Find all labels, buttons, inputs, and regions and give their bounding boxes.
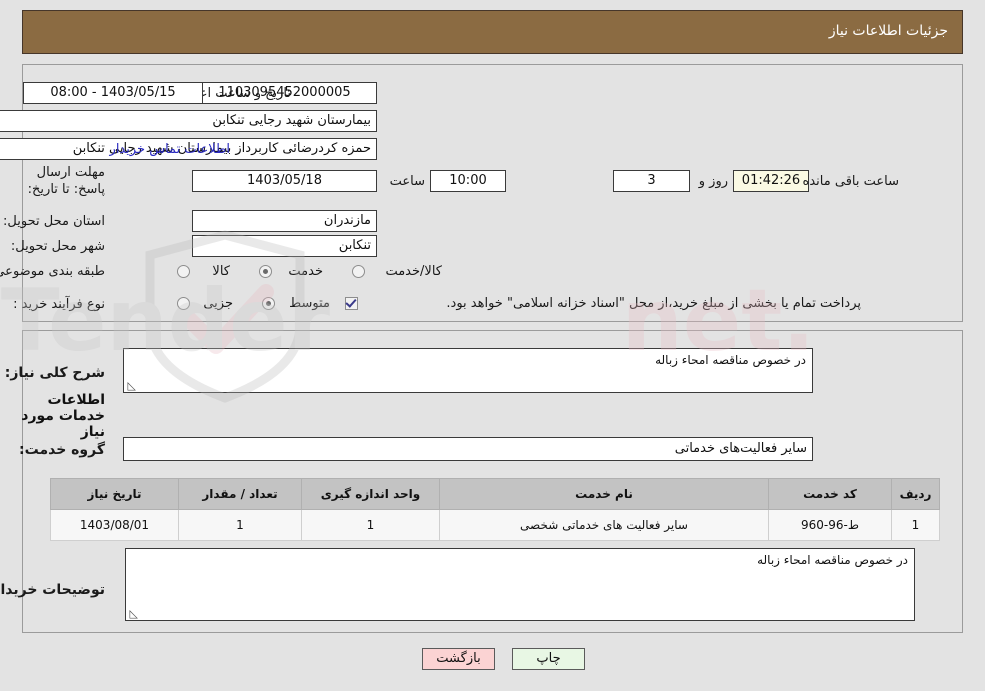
description-text: در خصوص مناقصه امحاء زباله bbox=[655, 353, 806, 367]
hours-remaining-label: ساعت باقی مانده bbox=[802, 174, 899, 189]
treasury-bond-checkbox[interactable] bbox=[345, 297, 358, 310]
days-word-label: روز و bbox=[698, 174, 728, 189]
radio-category-khedmat-label: خدمت bbox=[288, 264, 323, 279]
announce-datetime-value: 1403/05/15 - 08:00 bbox=[23, 82, 203, 104]
services-table-wrapper: ردیف کد خدمت نام خدمت واحد اندازه گیری ت… bbox=[50, 478, 940, 541]
deadline-label: مهلت ارسال پاسخ: تا تاریخ: bbox=[27, 165, 105, 197]
radio-category-kala-khedmat[interactable] bbox=[352, 265, 365, 278]
radio-category-kala-khedmat-label: کالا/خدمت bbox=[385, 264, 442, 279]
radio-purchase-jozi[interactable] bbox=[177, 297, 190, 310]
th-name: نام خدمت bbox=[439, 478, 769, 510]
services-section-heading: اطلاعات خدمات مورد نیاز bbox=[21, 392, 105, 440]
table-header-row: ردیف کد خدمت نام خدمت واحد اندازه گیری ت… bbox=[50, 478, 940, 510]
cell-code: ط-96-960 bbox=[768, 509, 892, 541]
buyer-contact-link[interactable]: اطلاعات تماس خریدار bbox=[110, 142, 230, 157]
days-remaining-value: 3 bbox=[613, 170, 690, 192]
description-label: شرح کلی نیاز: bbox=[4, 365, 105, 381]
purchase-type-label: نوع فرآیند خرید : bbox=[13, 297, 105, 312]
resize-grip-icon-2[interactable]: ◺ bbox=[128, 608, 138, 619]
page-title: جزئیات اطلاعات نیاز bbox=[828, 23, 948, 39]
resize-grip-icon[interactable]: ◺ bbox=[126, 380, 136, 391]
treasury-bond-note: پرداخت تمام یا بخشی از مبلغ خرید،از محل … bbox=[446, 296, 861, 311]
print-button[interactable]: چاپ bbox=[512, 648, 585, 670]
service-group-label: گروه خدمت: bbox=[19, 442, 105, 458]
th-need-date: تاریخ نیاز bbox=[50, 478, 179, 510]
service-group-value: سایر فعالیت‌های خدماتی bbox=[123, 437, 813, 461]
cell-name: سایر فعالیت های خدماتی شخصی bbox=[439, 509, 769, 541]
deadline-date-value: 1403/05/18 bbox=[192, 170, 377, 192]
cell-quantity: 1 bbox=[178, 509, 302, 541]
th-unit: واحد اندازه گیری bbox=[301, 478, 440, 510]
th-row: ردیف bbox=[891, 478, 940, 510]
radio-purchase-motevaset-label: متوسط bbox=[289, 296, 330, 311]
description-textarea[interactable]: در خصوص مناقصه امحاء زباله ◺ bbox=[123, 348, 813, 393]
buyer-notes-textarea[interactable]: در خصوص مناقصه امحاء زباله ◺ bbox=[125, 548, 915, 621]
radio-category-khedmat[interactable] bbox=[259, 265, 272, 278]
city-value: تنکابن bbox=[192, 235, 377, 257]
table-row[interactable]: 1 ط-96-960 سایر فعالیت های خدماتی شخصی 1… bbox=[50, 509, 940, 541]
buyer-notes-text: در خصوص مناقصه امحاء زباله bbox=[757, 553, 908, 567]
radio-purchase-jozi-label: جزیی bbox=[203, 296, 233, 311]
cell-unit: 1 bbox=[301, 509, 440, 541]
page-root: جزئیات اطلاعات نیاز شماره نیاز: 11030954… bbox=[0, 0, 985, 691]
buyer-notes-label: توضیحات خریدار: bbox=[0, 582, 105, 598]
province-label: استان محل تحویل: bbox=[3, 214, 105, 229]
buyer-org-value: بیمارستان شهید رجایی تنکابن bbox=[0, 110, 377, 132]
radio-purchase-motevaset[interactable] bbox=[262, 297, 275, 310]
province-value: مازندران bbox=[192, 210, 377, 232]
back-button[interactable]: بازگشت bbox=[422, 648, 495, 670]
countdown-timer: 01:42:26 bbox=[733, 170, 809, 192]
th-quantity: تعداد / مقدار bbox=[178, 478, 302, 510]
radio-category-kala[interactable] bbox=[177, 265, 190, 278]
city-label: شهر محل تحویل: bbox=[10, 239, 105, 254]
cell-need-date: 1403/08/01 bbox=[50, 509, 179, 541]
services-table: ردیف کد خدمت نام خدمت واحد اندازه گیری ت… bbox=[50, 478, 940, 541]
radio-category-kala-label: کالا bbox=[212, 264, 230, 279]
deadline-time-value: 10:00 bbox=[430, 170, 506, 192]
deadline-hour-label: ساعت bbox=[389, 174, 425, 189]
category-label: طبقه بندی موضوعی: bbox=[0, 264, 105, 279]
th-code: کد خدمت bbox=[768, 478, 892, 510]
page-header-bar: جزئیات اطلاعات نیاز bbox=[22, 10, 963, 54]
cell-row: 1 bbox=[891, 509, 940, 541]
